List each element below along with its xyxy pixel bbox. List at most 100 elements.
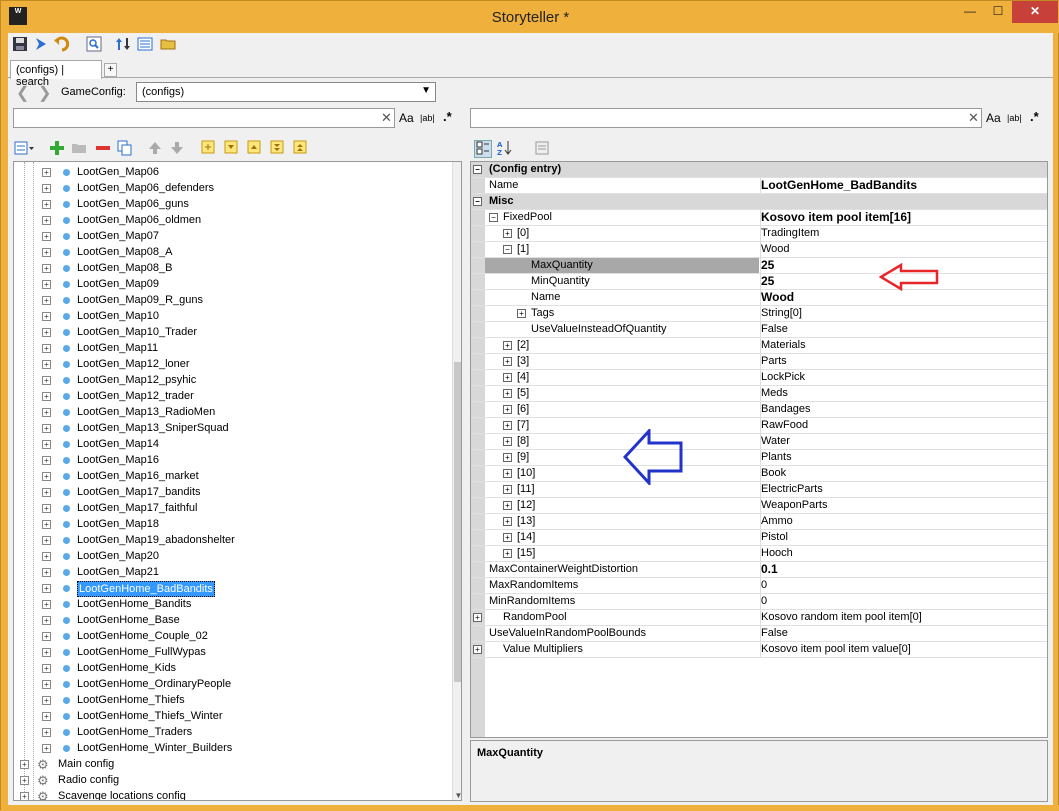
tree-scrollbar[interactable]: ▼ [452, 162, 461, 800]
move-up-icon[interactable] [146, 140, 164, 158]
property-value[interactable]: Wood [760, 290, 1047, 305]
property-value[interactable]: ElectricParts [760, 482, 1047, 497]
grid-property-row[interactable]: [0] + TradingItem [471, 226, 1047, 242]
tree-item[interactable]: + LootGen_Map10_Trader [14, 324, 450, 340]
property-grid[interactable]: − (Config entry) Name LootGenHome_BadBandit… [470, 161, 1048, 738]
property-value[interactable]: Kosovo item pool item[16] [760, 210, 1047, 225]
run-icon[interactable] [32, 36, 50, 54]
expand-node-icon[interactable]: + [42, 536, 51, 545]
tree-item[interactable]: + LootGen_Map19_abadonshelter [14, 532, 450, 548]
tree-item[interactable]: + LootGenHome_Traders [14, 724, 450, 740]
grid-property-row[interactable]: MaxContainerWeightDistortion 0.1 [471, 562, 1047, 578]
tree-item[interactable]: + LootGenHome_Couple_02 [14, 628, 450, 644]
expand-node-icon[interactable]: + [42, 472, 51, 481]
expand-node-icon[interactable]: + [42, 696, 51, 705]
property-value[interactable]: Bandages [760, 402, 1047, 417]
grid-property-row[interactable]: [14] + Pistol [471, 530, 1047, 546]
expand-node-icon[interactable]: + [42, 168, 51, 177]
tree-item[interactable]: + LootGen_Map09 [14, 276, 450, 292]
gameconfig-select[interactable]: (configs) ▼ [136, 82, 436, 102]
expand-node-icon[interactable]: + [503, 405, 512, 414]
tree-item[interactable]: + LootGen_Map12_psyhic [14, 372, 450, 388]
right-search-input[interactable] [470, 108, 982, 128]
property-value[interactable]: Pistol [760, 530, 1047, 545]
sort-icon[interactable] [114, 36, 132, 54]
grid-category-row[interactable]: − Misc [471, 194, 1047, 210]
add-tab-button[interactable]: + [104, 63, 117, 77]
property-value[interactable]: Hooch [760, 546, 1047, 561]
property-value[interactable]: Kosovo random item pool item[0] [760, 610, 1047, 625]
property-value[interactable]: Kosovo item pool item value[0] [760, 642, 1047, 657]
tree-item[interactable]: + LootGen_Map20 [14, 548, 450, 564]
expand-node-icon[interactable]: + [503, 469, 512, 478]
right-whole-word-toggle[interactable]: |ab| [1007, 113, 1022, 123]
minimize-button[interactable]: — [956, 1, 984, 23]
left-clear-icon[interactable]: ✕ [381, 110, 392, 126]
expand-node-icon[interactable]: + [42, 200, 51, 209]
left-regex-toggle[interactable]: .* [443, 109, 452, 124]
expand-node-icon[interactable]: + [42, 504, 51, 513]
expand-node-icon[interactable]: + [20, 776, 29, 785]
grid-property-row[interactable]: [15] + Hooch [471, 546, 1047, 562]
tree-item[interactable]: + LootGen_Map11 [14, 340, 450, 356]
grid-property-row[interactable]: [11] + ElectricParts [471, 482, 1047, 498]
expand-all-icon[interactable] [268, 140, 286, 158]
grid-property-row[interactable]: [5] + Meds [471, 386, 1047, 402]
left-match-case-toggle[interactable]: Aa [399, 111, 414, 125]
title-bar[interactable]: W Storyteller * — ☐ ✕ [1, 1, 1059, 33]
tree-item[interactable]: + LootGen_Map13_RadioMen [14, 404, 450, 420]
tree-item[interactable]: + LootGen_Map08_A [14, 244, 450, 260]
grid-property-row[interactable]: [2] + Materials [471, 338, 1047, 354]
expand-node-icon[interactable]: + [42, 632, 51, 641]
expand-node-icon[interactable]: + [42, 456, 51, 465]
grid-property-row[interactable]: [13] + Ammo [471, 514, 1047, 530]
maximize-button[interactable]: ☐ [984, 1, 1012, 23]
collapse-category-icon[interactable]: − [473, 197, 482, 206]
expand-node-icon[interactable]: + [20, 760, 29, 769]
tree-item[interactable]: + LootGenHome_Thiefs_Winter [14, 708, 450, 724]
expand-node-icon[interactable]: + [42, 328, 51, 337]
grid-property-row[interactable]: FixedPool − Kosovo item pool item[16] [471, 210, 1047, 226]
grid-property-row[interactable]: [9] + Plants [471, 450, 1047, 466]
undo-icon[interactable] [54, 36, 72, 54]
expand-node-icon[interactable]: + [42, 616, 51, 625]
left-whole-word-toggle[interactable]: |ab| [420, 113, 435, 123]
grid-property-row[interactable]: [1] − Wood [471, 242, 1047, 258]
expand-node-icon[interactable]: + [42, 744, 51, 753]
grid-property-row[interactable]: [3] + Parts [471, 354, 1047, 370]
move-down-icon[interactable] [168, 140, 186, 158]
collapse-category-icon[interactable]: − [473, 165, 482, 174]
grid-category-row[interactable]: − (Config entry) [471, 162, 1047, 178]
collapse-node-icon[interactable]: − [503, 245, 512, 254]
grid-property-row[interactable]: [6] + Bandages [471, 402, 1047, 418]
grid-property-row[interactable]: [12] + WeaponParts [471, 498, 1047, 514]
property-value[interactable]: Book [760, 466, 1047, 481]
property-value[interactable]: LootGenHome_BadBandits [760, 178, 1047, 193]
save-icon[interactable] [11, 36, 29, 54]
grid-property-row[interactable]: MinQuantity 25 [471, 274, 1047, 290]
property-value[interactable]: False [760, 322, 1047, 337]
expand-node-icon[interactable]: + [503, 341, 512, 350]
close-button[interactable]: ✕ [1012, 1, 1058, 23]
add-icon[interactable] [48, 140, 66, 158]
find-icon[interactable] [85, 36, 103, 54]
property-pages-icon[interactable] [533, 140, 551, 158]
tree-item[interactable]: + LootGen_Map16 [14, 452, 450, 468]
right-clear-icon[interactable]: ✕ [968, 110, 979, 126]
back-button[interactable]: ❮ [16, 83, 29, 103]
tree-item[interactable]: + LootGen_Map08_B [14, 260, 450, 276]
grid-property-row[interactable]: MaxRandomItems 0 [471, 578, 1047, 594]
expand-node-icon[interactable]: + [503, 421, 512, 430]
grid-property-row[interactable]: Tags + String[0] [471, 306, 1047, 322]
tree-item[interactable]: + LootGen_Map17_faithful [14, 500, 450, 516]
property-value[interactable]: Wood [760, 242, 1047, 257]
tree-item[interactable]: + LootGenHome_Bandits [14, 596, 450, 612]
expand-node-icon[interactable]: + [42, 344, 51, 353]
expand-node-icon[interactable]: + [42, 488, 51, 497]
grid-property-row[interactable]: Value Multipliers + Kosovo item pool item … [471, 642, 1047, 658]
expand-node-icon[interactable]: + [42, 552, 51, 561]
collapse-all-icon[interactable] [291, 140, 309, 158]
property-value[interactable]: Materials [760, 338, 1047, 353]
expand-node-icon[interactable]: + [42, 232, 51, 241]
duplicate-icon[interactable] [116, 140, 134, 158]
